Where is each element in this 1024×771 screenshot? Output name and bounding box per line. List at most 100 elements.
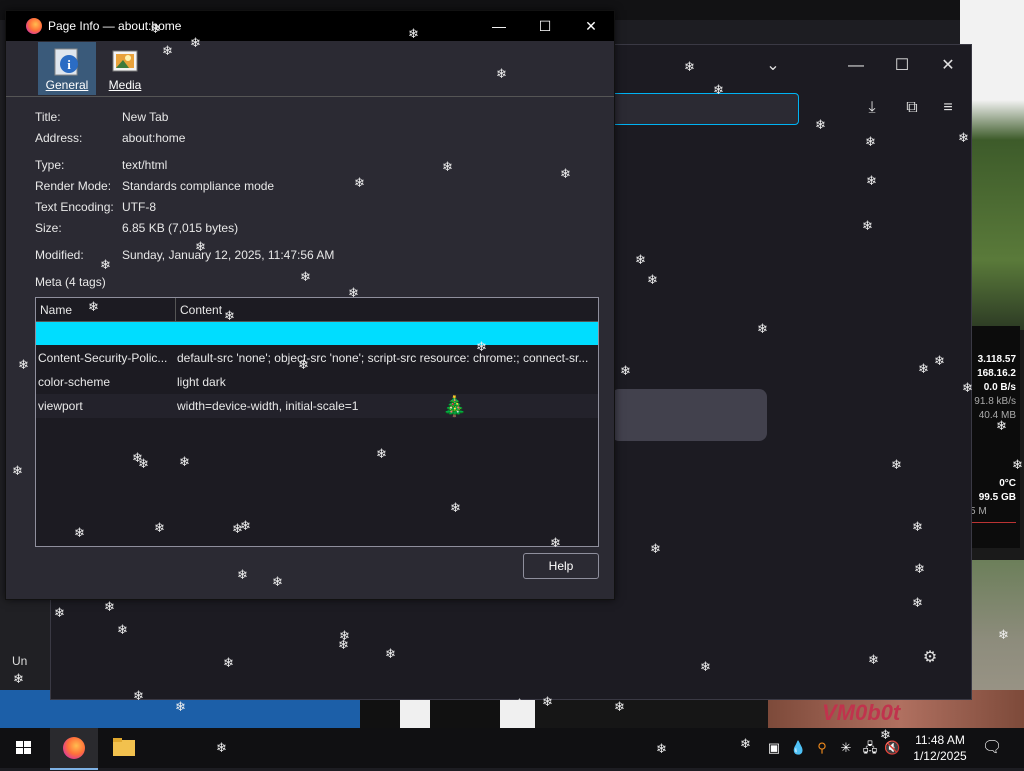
meta-content-cell: default-src 'none'; object-src 'none'; s… [177,351,589,365]
snowflake-icon: ❄ [912,595,923,610]
christmas-tree-cursor-icon: 🎄 [442,396,467,418]
snowflake-icon: ❄ [868,652,879,667]
taskbar-firefox[interactable] [50,728,98,770]
widget-value: 0°C [999,478,1016,489]
snowflake-icon: ❄ [74,525,85,540]
snowflake-icon: ❄ [300,269,311,284]
snowflake-icon: ❄ [866,173,877,188]
snowflake-icon: ❄ [550,535,561,550]
snowflake-icon: ❄ [620,363,631,378]
table-row-selected[interactable] [36,322,598,345]
tray-search-icon[interactable]: ⚲ [814,740,830,756]
widget-value: 3.118.57 [977,354,1016,365]
meta-name-cell: color-scheme [38,375,111,389]
snowflake-icon: ❄ [815,117,826,132]
start-button[interactable] [0,728,48,768]
column-header-content[interactable]: Content [180,303,222,317]
minimize-icon[interactable]: — [841,51,871,81]
widget-value: 5 M [970,506,987,517]
snowflake-icon: ❄ [958,130,969,145]
clock-date: 1/12/2025 [913,749,967,763]
snowflake-icon: ❄ [88,299,99,314]
snowflake-icon: ❄ [934,353,945,368]
wallpaper-watermark: VM0b0t [822,700,901,725]
snowflake-icon: ❄ [1012,457,1023,472]
meta-name-cell: Content-Security-Polic... [38,351,168,365]
snowflake-icon: ❄ [450,500,461,515]
meta-name-cell: viewport [38,399,83,413]
tray-app-icon[interactable]: ▣ [766,740,782,756]
downloads-icon[interactable]: ⤓ [857,93,887,123]
snowflake-icon: ❄ [175,699,186,714]
folder-icon [113,738,135,756]
info-icon: i [52,48,82,76]
type-label: Type: [35,158,65,172]
column-divider[interactable] [175,298,176,321]
minimize-icon[interactable]: — [476,11,522,41]
snowflake-icon: ❄ [912,519,923,534]
maximize-icon[interactable]: ☐ [887,51,917,81]
snowflake-icon: ❄ [476,339,487,354]
list-all-tabs-icon[interactable]: ⌄ [758,51,788,81]
maximize-icon[interactable]: ☐ [522,11,568,41]
close-icon[interactable]: ✕ [933,51,963,81]
extensions-icon[interactable]: ⧉ [897,93,927,123]
table-row[interactable]: viewport width=device-width, initial-sca… [36,394,598,418]
snowflake-icon: ❄ [560,166,571,181]
snowflake-icon: ❄ [18,357,29,372]
tab-media[interactable]: Media [96,42,154,95]
title-label: Title: [35,110,61,124]
text-encoding-label: Text Encoding: [35,200,114,214]
help-button[interactable]: Help [523,553,599,579]
system-monitor-widget: 3.118.57 168.16.2 0.0 B/s 91.8 kB/s 40.4… [966,326,1020,548]
widget-graph [970,522,1016,545]
table-row[interactable]: color-scheme light dark [36,370,598,394]
dialog-title: Page Info — about:home [48,19,182,33]
new-tab-card[interactable] [611,389,767,441]
taskbar-clock[interactable]: 11:48 AM 1/12/2025 [905,732,975,764]
snowflake-icon: ❄ [376,446,387,461]
snowflake-icon: ❄ [757,321,768,336]
size-label: Size: [35,221,62,235]
tray-drop-icon[interactable]: 💧 [790,740,806,756]
snowflake-icon: ❄ [656,741,667,756]
snowflake-icon: ❄ [13,671,24,686]
taskbar: ▣ 💧 ⚲ ✳ 🖧 🔇 11:48 AM 1/12/2025 🗨 [0,728,1024,770]
url-bar[interactable] [611,93,799,125]
close-icon[interactable]: ✕ [568,11,614,41]
notifications-icon[interactable]: 🗨 [982,740,1002,756]
snowflake-icon: ❄ [635,252,646,267]
tray-snowflake-icon[interactable]: ✳ [838,740,854,756]
snowflake-icon: ❄ [713,82,724,97]
windows-logo-icon [16,741,31,754]
desktop-icon-label[interactable]: Un [12,654,27,668]
snowflake-icon: ❄ [700,659,711,674]
snowflake-icon: ❄ [650,541,661,556]
tab-general[interactable]: i General [38,42,96,95]
snowflake-icon: ❄ [862,218,873,233]
table-row[interactable]: Content-Security-Polic... default-src 'n… [36,346,598,370]
snowflake-icon: ❄ [740,736,751,751]
snowflake-icon: ❄ [223,655,234,670]
snowflake-icon: ❄ [348,285,359,300]
column-header-name[interactable]: Name [40,303,72,317]
size-value: 6.85 KB (7,015 bytes) [122,221,239,235]
volume-muted-icon[interactable]: 🔇 [884,740,900,756]
widget-value: 99.5 GB [978,492,1016,503]
settings-gear-icon[interactable]: ⚙ [915,643,945,673]
snowflake-icon: ❄ [138,456,149,471]
snowflake-icon: ❄ [998,627,1009,642]
meta-table[interactable]: Name Content Content-Security-Polic... d… [35,297,599,547]
taskbar-file-explorer[interactable] [100,728,148,768]
svg-text:i: i [67,57,71,72]
network-icon[interactable]: 🖧 [862,740,878,756]
dialog-titlebar[interactable]: Page Info — about:home — ☐ ✕ [6,11,614,41]
snowflake-icon: ❄ [338,637,349,652]
snowflake-icon: ❄ [190,35,201,50]
snowflake-icon: ❄ [542,694,553,709]
meta-table-header: Name Content [36,298,598,322]
snowflake-icon: ❄ [614,699,625,714]
menu-icon[interactable]: ≡ [933,93,963,123]
snowflake-icon: ❄ [496,66,507,81]
widget-value: 91.8 kB/s [974,396,1016,407]
